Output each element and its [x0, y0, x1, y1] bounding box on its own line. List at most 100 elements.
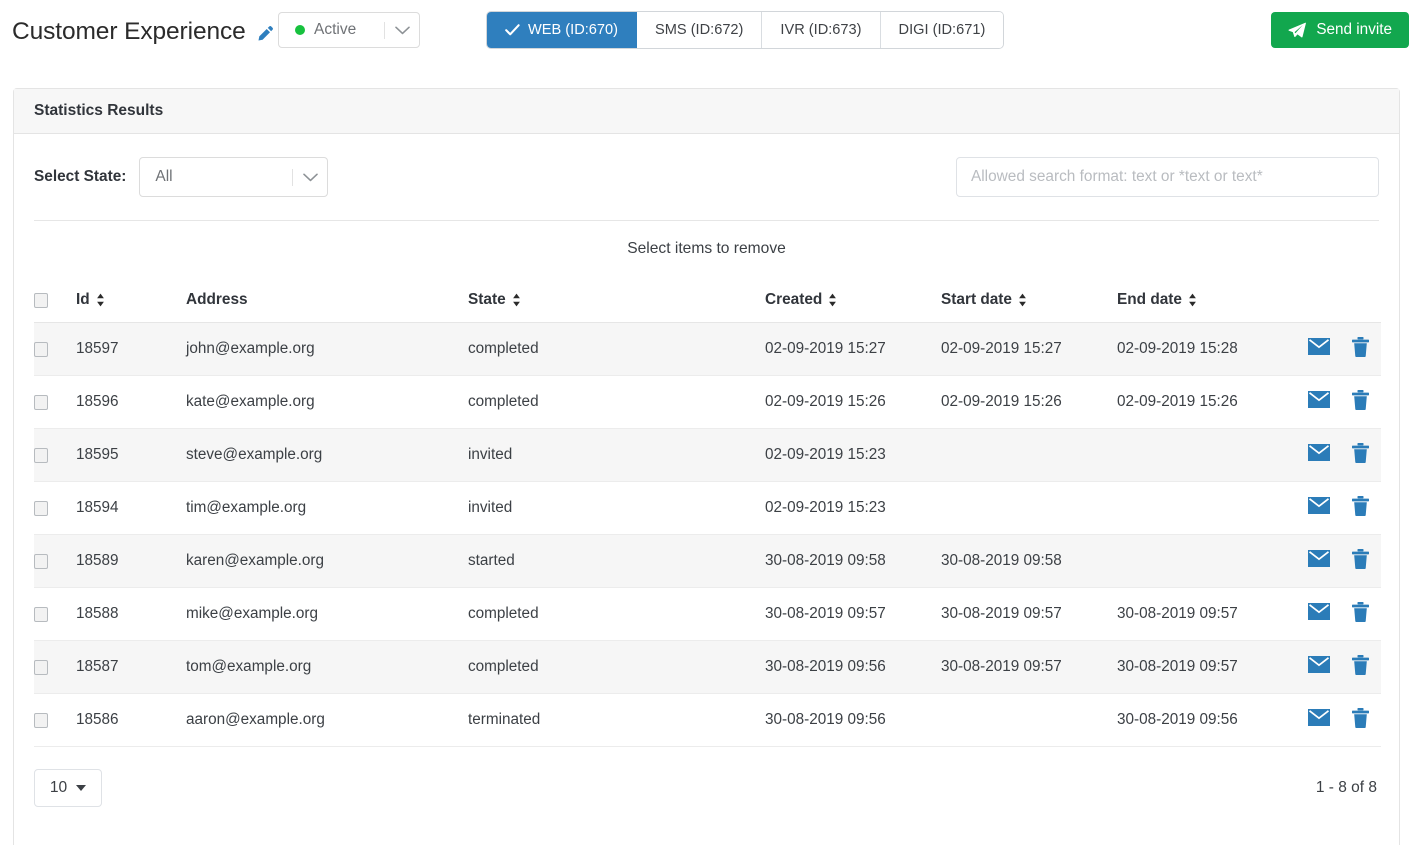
delete-row-button[interactable] [1352, 601, 1369, 627]
send-invite-button[interactable]: Send invite [1271, 12, 1409, 48]
delete-row-button[interactable] [1352, 548, 1369, 574]
caret-down-icon [76, 785, 87, 791]
select-state-dropdown[interactable]: All [139, 157, 329, 197]
cell-created: 30-08-2019 09:58 [765, 534, 941, 588]
chevron-down-icon[interactable] [293, 173, 327, 182]
cell-state: invited [468, 428, 765, 482]
delete-row-button[interactable] [1352, 442, 1369, 468]
cell-start-date: 30-08-2019 09:57 [941, 587, 1117, 641]
resend-email-icon [1308, 338, 1330, 355]
cell-end-date: 30-08-2019 09:57 [1117, 640, 1293, 694]
pencil-icon[interactable] [256, 25, 274, 43]
table-row[interactable]: 18595 steve@example.org invited 02-09-2019 … [34, 428, 1381, 482]
resend-email-icon [1308, 656, 1330, 673]
column-label-start-date: Start date [941, 291, 1012, 308]
delete-icon [1352, 495, 1369, 516]
table-row[interactable]: 18589 karen@example.org started 30-08-2019 … [34, 534, 1381, 588]
cell-end-date: 30-08-2019 09:57 [1117, 587, 1293, 641]
tab-ivr[interactable]: IVR (ID:673) [762, 12, 881, 48]
row-checkbox[interactable] [34, 659, 48, 675]
cell-state: completed [468, 322, 765, 376]
resend-email-button[interactable] [1308, 656, 1330, 678]
cell-created: 02-09-2019 15:26 [765, 375, 941, 429]
sort-icon [96, 293, 104, 307]
row-select-cell [34, 375, 76, 429]
cell-id: 18596 [76, 375, 186, 429]
cell-address: mike@example.org [186, 587, 468, 641]
cell-end-date: 02-09-2019 15:28 [1117, 322, 1293, 376]
app-root: Customer Experience Active WEB (ID:670) … [0, 0, 1418, 845]
cell-id: 18588 [76, 587, 186, 641]
delete-row-button[interactable] [1352, 707, 1369, 733]
cell-actions [1293, 587, 1381, 641]
column-header-start-date[interactable]: Start date [941, 277, 1117, 323]
delete-row-button[interactable] [1352, 336, 1369, 362]
resend-email-button[interactable] [1308, 497, 1330, 519]
tab-digi[interactable]: DIGI (ID:671) [880, 12, 1004, 48]
delete-icon [1352, 601, 1369, 622]
cell-end-date: 30-08-2019 09:56 [1117, 693, 1293, 747]
column-label-id: Id [76, 291, 90, 308]
chevron-down-icon[interactable] [385, 26, 419, 35]
column-label-created: Created [765, 291, 823, 308]
cell-state: invited [468, 481, 765, 535]
resend-email-button[interactable] [1308, 709, 1330, 731]
column-header-id[interactable]: Id [76, 277, 186, 323]
table-row[interactable]: 18587 tom@example.org completed 30-08-2019 … [34, 640, 1381, 694]
row-checkbox[interactable] [34, 447, 48, 463]
cell-state: started [468, 534, 765, 588]
resend-email-icon [1308, 391, 1330, 408]
row-checkbox[interactable] [34, 500, 48, 516]
row-checkbox[interactable] [34, 712, 48, 728]
cell-id: 18587 [76, 640, 186, 694]
delete-row-button[interactable] [1352, 654, 1369, 680]
column-header-state[interactable]: State [468, 277, 765, 323]
delete-row-button[interactable] [1352, 495, 1369, 521]
table-body: 18597 john@example.org completed 02-09-2019… [34, 322, 1381, 747]
delete-icon [1352, 654, 1369, 675]
statistics-table: Id Address State Created Start date End … [34, 277, 1381, 747]
tab-web[interactable]: WEB (ID:670) [487, 12, 638, 48]
row-checkbox[interactable] [34, 606, 48, 622]
table-row[interactable]: 18597 john@example.org completed 02-09-2019… [34, 322, 1381, 376]
select-all-checkbox[interactable] [34, 292, 48, 308]
search-input[interactable] [956, 157, 1379, 197]
cell-address: tom@example.org [186, 640, 468, 694]
cell-actions [1293, 322, 1381, 376]
cell-address: aaron@example.org [186, 693, 468, 747]
card-header: Statistics Results [14, 89, 1399, 134]
resend-email-button[interactable] [1308, 550, 1330, 572]
filter-row: Select State: All [34, 134, 1379, 220]
table-row[interactable]: 18596 kate@example.org completed 02-09-2019… [34, 375, 1381, 429]
column-header-created[interactable]: Created [765, 277, 941, 323]
table-row[interactable]: 18586 aaron@example.org terminated 30-08-20… [34, 693, 1381, 747]
resend-email-button[interactable] [1308, 444, 1330, 466]
table-row[interactable]: 18594 tim@example.org invited 02-09-2019 15… [34, 481, 1381, 535]
tab-sms[interactable]: SMS (ID:672) [637, 12, 763, 48]
check-icon [505, 24, 520, 36]
resend-email-button[interactable] [1308, 338, 1330, 360]
column-label-address: Address [186, 291, 248, 308]
cell-end-date [1117, 534, 1293, 588]
cell-id: 18589 [76, 534, 186, 588]
select-items-hint: Select items to remove [627, 240, 786, 257]
table-header-row: Id Address State Created Start date End … [34, 277, 1381, 323]
channel-tabs: WEB (ID:670) SMS (ID:672) IVR (ID:673) D… [487, 12, 1004, 48]
column-header-end-date[interactable]: End date [1117, 277, 1293, 323]
status-dropdown[interactable]: Active [278, 12, 420, 48]
cell-created: 30-08-2019 09:56 [765, 640, 941, 694]
resend-email-icon [1308, 497, 1330, 514]
cell-state: completed [468, 640, 765, 694]
row-checkbox[interactable] [34, 394, 48, 410]
delete-row-button[interactable] [1352, 389, 1369, 415]
cell-start-date: 30-08-2019 09:57 [941, 640, 1117, 694]
resend-email-button[interactable] [1308, 391, 1330, 413]
row-checkbox[interactable] [34, 553, 48, 569]
row-select-cell [34, 428, 76, 482]
page-size-dropdown[interactable]: 10 [34, 769, 102, 807]
row-select-cell [34, 481, 76, 535]
table-row[interactable]: 18588 mike@example.org completed 30-08-2019… [34, 587, 1381, 641]
resend-email-button[interactable] [1308, 603, 1330, 625]
row-checkbox[interactable] [34, 341, 48, 357]
cell-address: steve@example.org [186, 428, 468, 482]
